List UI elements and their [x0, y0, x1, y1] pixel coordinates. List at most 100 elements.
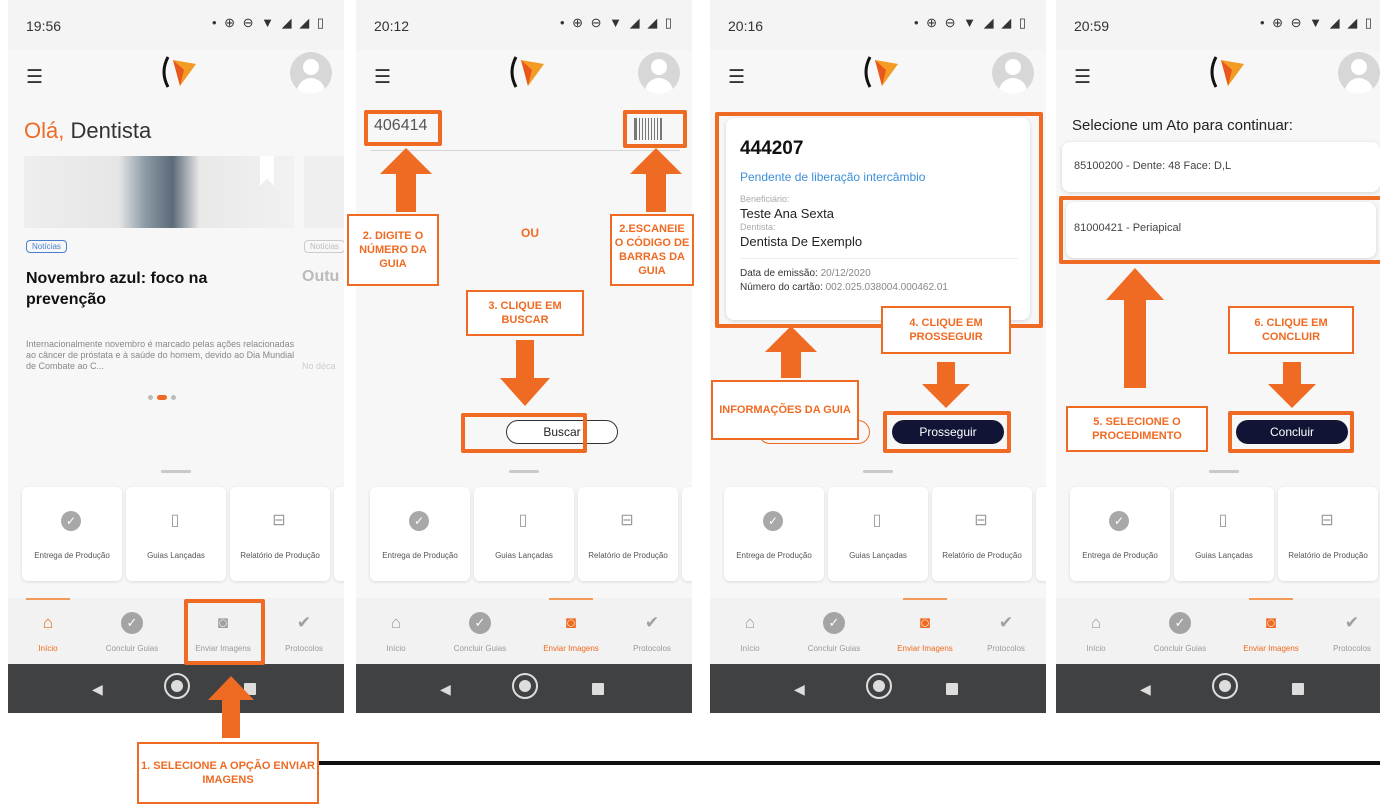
highlight-search-button: [461, 413, 587, 453]
home-icon: ⌂: [744, 613, 756, 632]
hamburger-icon[interactable]: ☰: [1074, 66, 1091, 88]
tile-guias[interactable]: ▯ Guias Lançadas: [474, 487, 574, 581]
drag-handle[interactable]: [863, 470, 893, 473]
shortcut-tiles: ✓ Entrega de Produção ▯ Guias Lançadas ⊟ Re…: [356, 487, 692, 581]
bottom-nav: ⌂ Início ✓ Concluir Guias ◙ Enviar Imagens …: [356, 598, 692, 664]
status-time: 20:12: [374, 18, 410, 34]
tile-label: Relatório de Produção: [942, 551, 1022, 560]
drag-handle[interactable]: [161, 470, 191, 473]
camera-icon: ◙: [1265, 613, 1277, 632]
nav-label: Concluir Guias: [1153, 644, 1207, 653]
arrow-down-6-icon: [1268, 362, 1316, 408]
avatar-icon[interactable]: [290, 52, 332, 94]
back-icon[interactable]: ◀: [92, 681, 103, 698]
tile-guias[interactable]: ▯ Guias Lançadas: [828, 487, 928, 581]
tile-more[interactable]: [682, 487, 692, 581]
nav-protocolos[interactable]: ✔ Protocolos: [1312, 598, 1380, 664]
document-icon: ▯: [518, 512, 528, 529]
recents-icon[interactable]: [1292, 683, 1304, 695]
divider-line: [319, 761, 1380, 765]
hamburger-icon[interactable]: ☰: [26, 66, 43, 88]
app-logo: [510, 56, 544, 88]
hamburger-icon[interactable]: ☰: [374, 66, 391, 88]
highlight-act-item: [1059, 196, 1380, 264]
status-bar: 19:56 • ⊕ ⊖ ▼ ◢ ◢ ▯: [8, 0, 344, 50]
nav-concluir[interactable]: ✓ Concluir Guias: [794, 598, 874, 664]
home-icon: ⌂: [1090, 613, 1102, 632]
home-button-icon[interactable]: [164, 673, 190, 699]
drag-handle[interactable]: [509, 470, 539, 473]
protocol-icon: ✔: [998, 613, 1014, 632]
bottom-nav: ⌂ Início ✓ Concluir Guias ◙ Enviar Imagens …: [8, 598, 344, 664]
callout-step-2a: 2. DIGITE O NÚMERO DA GUIA: [347, 214, 439, 286]
tile-label: Entrega de Produção: [34, 551, 110, 560]
tutorial-stage: 19:56 • ⊕ ⊖ ▼ ◢ ◢ ▯ ☰ Olá, Dentista Notí…: [0, 0, 1380, 809]
home-button-icon[interactable]: [1212, 673, 1238, 699]
recents-icon[interactable]: [946, 683, 958, 695]
nav-label: Enviar Imagens: [543, 644, 599, 653]
nav-concluir[interactable]: ✓ Concluir Guias: [92, 598, 172, 664]
nav-protocolos[interactable]: ✔ Protocolos: [966, 598, 1046, 664]
nav-protocolos[interactable]: ✔ Protocolos: [612, 598, 692, 664]
back-icon[interactable]: ◀: [1140, 681, 1151, 698]
status-time: 19:56: [26, 18, 62, 34]
tile-relatorio[interactable]: ⊟ Relatório de Produção: [230, 487, 330, 581]
avatar-icon[interactable]: [992, 52, 1034, 94]
check-icon: ✓: [823, 612, 845, 634]
carousel-dots[interactable]: [148, 387, 176, 405]
nav-concluir[interactable]: ✓ Concluir Guias: [440, 598, 520, 664]
briefcase-icon: ⊟: [1320, 512, 1334, 529]
tile-more[interactable]: [334, 487, 344, 581]
nav-label: Início: [386, 644, 406, 653]
news-headline-next: Outu: [302, 268, 340, 285]
back-icon[interactable]: ◀: [440, 681, 451, 698]
callout-step-5: 5. SELECIONE O PROCEDIMENTO: [1066, 406, 1208, 452]
nav-inicio[interactable]: ⌂ Início: [356, 598, 436, 664]
tile-entrega[interactable]: ✓ Entrega de Produção: [1070, 487, 1170, 581]
shortcut-tiles: ✓ Entrega de Produção ▯ Guias Lançadas ⊟ Re…: [710, 487, 1046, 581]
tile-entrega[interactable]: ✓ Entrega de Produção: [22, 487, 122, 581]
avatar-icon[interactable]: [1338, 52, 1380, 94]
bookmark-icon[interactable]: [260, 156, 274, 186]
nav-label: Protocolos: [285, 644, 323, 653]
callout-info: INFORMAÇÕES DA GUIA: [711, 380, 859, 440]
tile-relatorio[interactable]: ⊟ Relatório de Produção: [932, 487, 1032, 581]
tile-guias[interactable]: ▯ Guias Lançadas: [126, 487, 226, 581]
home-button-icon[interactable]: [866, 673, 892, 699]
nav-protocolos[interactable]: ✔ Protocolos: [264, 598, 344, 664]
nav-label: Protocolos: [987, 644, 1025, 653]
next-news-image[interactable]: [304, 156, 344, 228]
tile-more[interactable]: [1036, 487, 1046, 581]
tile-guias[interactable]: ▯ Guias Lançadas: [1174, 487, 1274, 581]
nav-enviar[interactable]: ◙ Enviar Imagens: [531, 598, 611, 664]
nav-label: Protocolos: [633, 644, 671, 653]
avatar-icon[interactable]: [638, 52, 680, 94]
hamburger-icon[interactable]: ☰: [728, 66, 745, 88]
tile-entrega[interactable]: ✓ Entrega de Produção: [724, 487, 824, 581]
nav-enviar[interactable]: ◙ Enviar Imagens: [885, 598, 965, 664]
news-image[interactable]: [24, 156, 294, 228]
protocol-icon: ✔: [644, 613, 660, 632]
nav-enviar[interactable]: ◙ Enviar Imagens: [1231, 598, 1311, 664]
tile-relatorio[interactable]: ⊟ Relatório de Produção: [1278, 487, 1378, 581]
highlight-guide-input: [364, 110, 442, 146]
home-button-icon[interactable]: [512, 673, 538, 699]
nav-inicio[interactable]: ⌂ Início: [1056, 598, 1136, 664]
nav-label: Enviar Imagens: [897, 644, 953, 653]
news-excerpt: Internacionalmente novembro é marcado pe…: [26, 339, 295, 371]
tile-entrega[interactable]: ✓ Entrega de Produção: [370, 487, 470, 581]
back-icon[interactable]: ◀: [794, 681, 805, 698]
drag-handle[interactable]: [1209, 470, 1239, 473]
act-item-1[interactable]: 85100200 - Dente: 48 Face: D,L: [1062, 142, 1380, 192]
recents-icon[interactable]: [592, 683, 604, 695]
briefcase-icon: ⊟: [272, 512, 286, 529]
app-logo: [1210, 56, 1244, 88]
nav-concluir[interactable]: ✓ Concluir Guias: [1140, 598, 1220, 664]
tile-relatorio[interactable]: ⊟ Relatório de Produção: [578, 487, 678, 581]
highlight-enviar-imagens: [184, 599, 265, 665]
arrow-up-info-icon: [765, 326, 817, 378]
nav-inicio[interactable]: ⌂ Início: [710, 598, 790, 664]
status-bar: 20:12 • ⊕ ⊖ ▼ ◢ ◢ ▯: [356, 0, 692, 50]
news-headline[interactable]: Novembro azul: foco na prevenção: [26, 268, 266, 310]
nav-inicio[interactable]: ⌂ Início: [8, 598, 88, 664]
